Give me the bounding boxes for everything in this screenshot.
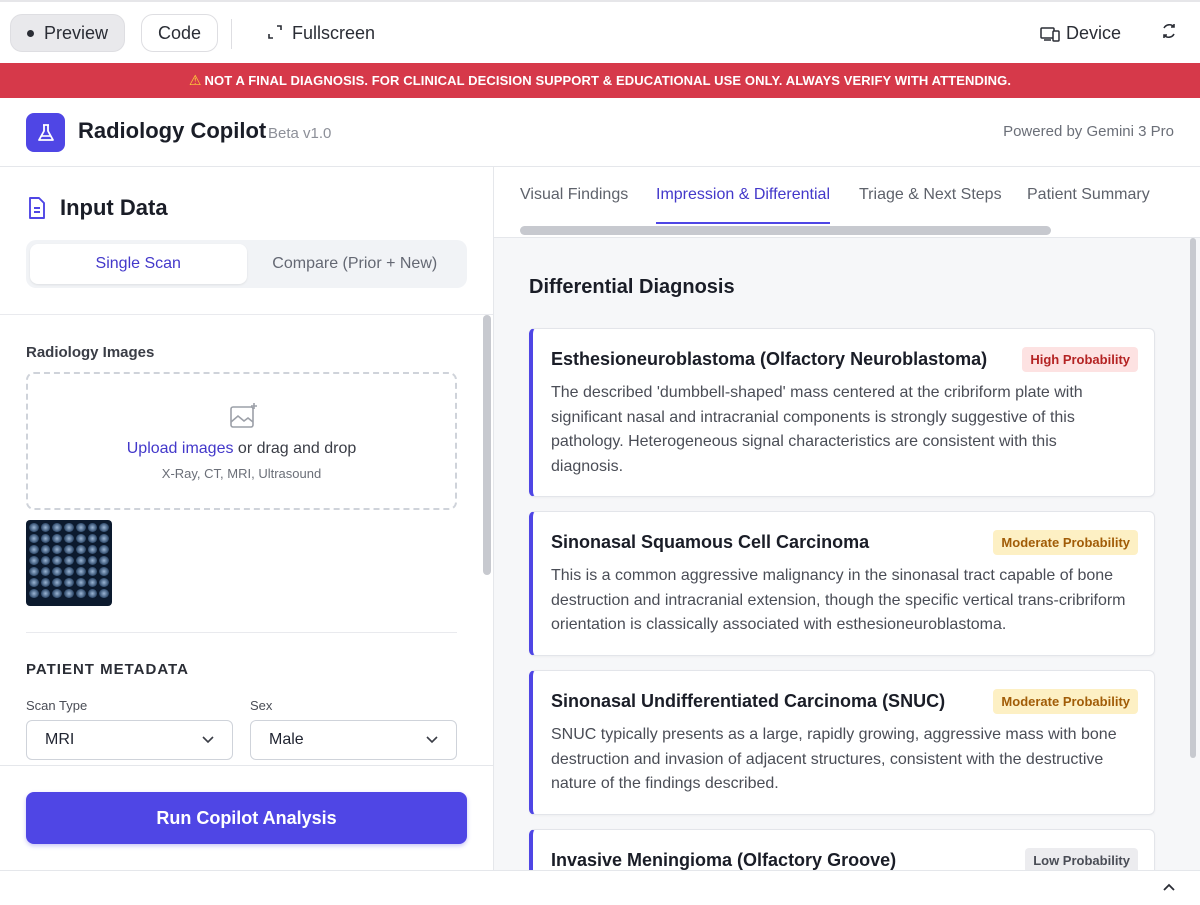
upload-images-link[interactable]: Upload images <box>127 440 234 457</box>
preview-label: Preview <box>44 22 109 43</box>
scan-type-select[interactable]: MRI <box>26 720 233 760</box>
scan-mode-toggle: Single Scan Compare (Prior + New) <box>26 240 467 288</box>
fullscreen-button[interactable]: Fullscreen <box>252 14 391 52</box>
tab-impression-differential[interactable]: Impression & Differential <box>656 186 830 224</box>
input-form-scroll[interactable]: Radiology Images Upload images or drag a… <box>0 315 493 765</box>
diagnosis-name: Sinonasal Undifferentiated Carcinoma (SN… <box>551 691 946 711</box>
tab-patient-summary[interactable]: Patient Summary <box>1027 186 1150 222</box>
differential-title: Differential Diagnosis <box>529 276 735 298</box>
code-label: Code <box>158 22 202 43</box>
diagnosis-description: SNUC typically presents as a large, rapi… <box>551 726 1117 792</box>
sex-select[interactable]: Male <box>250 720 457 760</box>
diagnosis-card: Esthesioneuroblastoma (Olfactory Neurobl… <box>529 328 1155 497</box>
input-panel-footer: Run Copilot Analysis <box>0 765 493 870</box>
active-dot-icon <box>27 29 34 37</box>
disclaimer-text: NOT A FINAL DIAGNOSIS. FOR CLINICAL DECI… <box>204 73 1012 88</box>
document-icon <box>29 197 45 219</box>
device-label: Device <box>1066 22 1122 43</box>
upload-rest-text: or drag and drop <box>233 440 357 457</box>
scan-type-label: Scan Type <box>26 698 88 713</box>
divider <box>26 632 457 633</box>
code-button[interactable]: Code <box>141 14 219 52</box>
mri-slices-image <box>26 520 112 601</box>
tab-triage-next-steps[interactable]: Triage & Next Steps <box>859 186 1002 222</box>
device-icon <box>1040 26 1060 42</box>
chevron-down-icon <box>202 736 214 744</box>
app-title: Radiology Copilot <box>78 118 267 143</box>
sex-value: Male <box>269 731 304 748</box>
left-scrollbar[interactable] <box>483 315 491 575</box>
image-dropzone[interactable]: Upload images or drag and drop X-Ray, CT… <box>26 372 457 510</box>
diagnosis-name: Esthesioneuroblastoma (Olfactory Neurobl… <box>551 349 988 369</box>
device-button[interactable]: Device <box>1024 14 1137 52</box>
refresh-icon <box>1160 22 1178 45</box>
results-panel: Visual Findings Impression & Differentia… <box>494 167 1200 870</box>
metadata-title: PATIENT METADATA <box>26 661 189 678</box>
scan-type-value: MRI <box>45 731 75 748</box>
toolbar-divider <box>231 19 232 49</box>
single-scan-button[interactable]: Single Scan <box>30 244 247 284</box>
upload-instructions: Upload images or drag and drop <box>28 440 455 458</box>
powered-by-text: Powered by Gemini 3 Pro <box>1003 123 1174 140</box>
probability-badge: Moderate Probability <box>993 689 1138 714</box>
image-add-icon <box>229 402 259 435</box>
app-header: Radiology Copilot Beta v1.0 Powered by G… <box>0 98 1200 167</box>
uploaded-image-thumbnail[interactable] <box>26 520 112 606</box>
chevron-down-icon <box>426 736 438 744</box>
diagnosis-card: Sinonasal Undifferentiated Carcinoma (SN… <box>529 670 1155 815</box>
chevron-up-icon[interactable] <box>1162 879 1176 897</box>
refresh-button[interactable] <box>1152 14 1186 52</box>
input-panel: Input Data Single Scan Compare (Prior + … <box>0 167 494 870</box>
upload-formats: X-Ray, CT, MRI, Ultrasound <box>161 466 322 481</box>
preview-toolbar: Preview Code Fullscreen Device <box>0 0 1200 63</box>
compare-scan-button[interactable]: Compare (Prior + New) <box>247 244 464 284</box>
run-analysis-button[interactable]: Run Copilot Analysis <box>26 792 467 844</box>
expand-icon <box>268 24 282 42</box>
results-tabs: Visual Findings Impression & Differentia… <box>494 167 1200 235</box>
probability-badge: Moderate Probability <box>993 530 1138 555</box>
fullscreen-label: Fullscreen <box>292 22 376 43</box>
version-badge: Beta v1.0 <box>268 125 332 142</box>
images-label: Radiology Images <box>26 344 155 361</box>
diagnosis-description: The described 'dumbbell-shaped' mass cen… <box>551 384 1083 475</box>
tabs-scrollbar[interactable] <box>520 226 1051 235</box>
tab-visual-findings[interactable]: Visual Findings <box>520 186 628 222</box>
diagnosis-name: Sinonasal Squamous Cell Carcinoma <box>551 532 870 552</box>
input-title-text: Input Data <box>60 195 168 220</box>
diagnosis-card: Sinonasal Squamous Cell Carcinoma Modera… <box>529 511 1155 656</box>
input-panel-title: Input Data <box>26 195 168 221</box>
preview-button[interactable]: Preview <box>10 14 126 52</box>
content-scrollbar[interactable] <box>1190 238 1196 758</box>
diagnosis-description: This is a common aggressive malignancy i… <box>551 567 1126 633</box>
disclaimer-banner: ⚠ NOT A FINAL DIAGNOSIS. FOR CLINICAL DE… <box>0 63 1200 98</box>
diagnosis-card: Invasive Meningioma (Olfactory Groove) L… <box>529 829 1155 870</box>
differential-content: Differential Diagnosis Esthesioneuroblas… <box>494 237 1200 870</box>
bottom-bar <box>0 870 1200 905</box>
diagnosis-name: Invasive Meningioma (Olfactory Groove) <box>551 850 897 870</box>
warning-icon: ⚠ <box>188 72 202 88</box>
probability-badge: Low Probability <box>1025 848 1138 870</box>
probability-badge: High Probability <box>1022 347 1138 372</box>
sex-label: Sex <box>250 698 273 713</box>
flask-logo-icon <box>26 113 65 152</box>
